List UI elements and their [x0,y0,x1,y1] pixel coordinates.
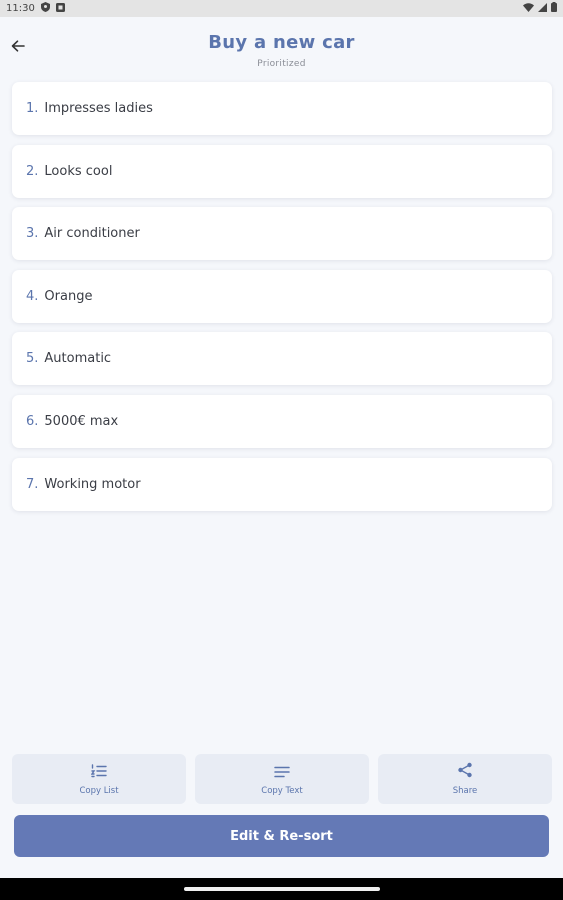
share-button[interactable]: Share [378,754,552,804]
item-number: 6. [26,413,39,429]
item-label: Air conditioner [44,226,140,242]
list-item[interactable]: 1. Impresses ladies [12,82,552,135]
list-item[interactable]: 3. Air conditioner [12,207,552,261]
item-number: 4. [26,288,39,304]
copy-list-button[interactable]: Copy List [12,754,186,804]
item-label: Automatic [44,351,112,367]
priority-list: 1. Impresses ladies 2. Looks cool 3. Air… [12,82,552,520]
page-title: Buy a new car [208,32,355,53]
status-time: 11:30 [6,3,35,14]
list-item[interactable]: 4. Orange [12,269,552,323]
notification-icon [55,2,65,15]
app-header: Buy a new car Prioritized [0,22,563,74]
item-number: 7. [26,476,39,492]
share-label: Share [452,786,478,796]
item-label: Looks cool [44,163,113,179]
item-label: Impresses ladies [44,101,153,116]
edit-resort-label: Edit & Re-sort [230,828,333,844]
signal-icon [538,2,547,15]
battery-icon [551,2,557,15]
share-icon [457,762,473,782]
list-item[interactable]: 5. Automatic [12,332,552,386]
edit-resort-button[interactable]: Edit & Re-sort [14,815,549,857]
item-label: 5000€ max [44,413,119,429]
copy-text-label: Copy Text [261,785,303,796]
shield-icon [40,2,50,15]
item-number: 1. [26,101,39,116]
item-number: 3. [26,226,39,242]
page-subtitle: Prioritized [257,59,306,69]
copy-text-button[interactable]: Copy Text [195,754,369,804]
item-number: 2. [26,163,39,179]
text-lines-icon [274,763,290,782]
wifi-icon [523,2,534,15]
item-label: Working motor [44,476,141,492]
list-item[interactable]: 7. Working motor [12,457,552,511]
system-nav-bar [0,878,563,900]
item-label: Orange [44,288,93,304]
action-bar: Copy List Copy Text Share [12,754,552,804]
item-number: 5. [26,351,39,367]
list-item[interactable]: 2. Looks cool [12,144,552,198]
status-bar: 11:30 [0,0,563,17]
home-indicator[interactable] [183,887,380,891]
list-item[interactable]: 6. 5000€ max [12,394,552,448]
list-numbered-icon [90,763,107,782]
copy-list-label: Copy List [79,785,119,796]
